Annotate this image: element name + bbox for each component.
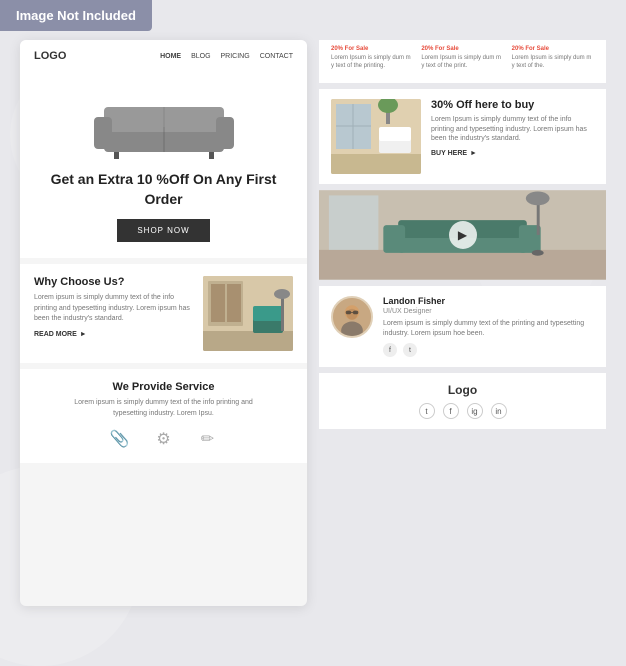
read-more-link[interactable]: READ MORE ►	[34, 331, 193, 338]
service-icons-row: 📎 ⚙ ✏	[34, 427, 293, 451]
nav-home[interactable]: HOME	[160, 53, 181, 60]
profile-role: UI/UX Designer	[383, 308, 594, 315]
right-panel: 20% For Sale Lorem Ipsum is simply dum m…	[319, 40, 606, 606]
footer-facebook-icon[interactable]: f	[443, 403, 459, 419]
facebook-icon[interactable]: f	[383, 343, 397, 357]
arrow-right-icon: ►	[470, 150, 477, 157]
footer-social-row: t f ig in	[331, 403, 594, 419]
footer-linkedin-icon[interactable]: in	[491, 403, 507, 419]
arrow-icon: ►	[80, 331, 87, 338]
top-label-2: 20% For Sale	[421, 46, 503, 52]
profile-avatar	[331, 296, 373, 338]
sofa-image	[84, 82, 244, 162]
top-label-1: 20% For Sale	[331, 46, 413, 52]
footer-twitter-icon[interactable]: t	[419, 403, 435, 419]
service-section: We Provide Service Lorem ipsum is simply…	[20, 369, 307, 463]
footer-logo: Logo	[331, 383, 594, 397]
right-footer-section: Logo t f ig in	[319, 373, 606, 429]
promo-body: Lorem Ipsum is simply dummy text of the …	[431, 115, 594, 144]
top-item-2: 20% For Sale Lorem Ipsum is simply dum m…	[421, 46, 503, 71]
left-panel: LOGO HOME BLOG PRICING CONTACT	[20, 40, 307, 606]
hero-headline: Get an Extra 10 %Off On Any First Order	[34, 170, 293, 209]
top-body-3: Lorem Ipsum is simply dum m y text of th…	[512, 54, 594, 71]
nav-contact[interactable]: CONTACT	[260, 53, 293, 60]
top-item-3: 20% For Sale Lorem Ipsum is simply dum m…	[512, 46, 594, 71]
left-nav: LOGO HOME BLOG PRICING CONTACT	[20, 40, 307, 72]
profile-body: Lorem ipsum is simply dummy text of the …	[383, 319, 594, 339]
why-image	[203, 276, 293, 351]
promo-image	[331, 99, 421, 174]
footer-instagram-icon[interactable]: ig	[467, 403, 483, 419]
panels-container: LOGO HOME BLOG PRICING CONTACT	[20, 40, 606, 606]
play-button[interactable]: ▶	[449, 221, 477, 249]
top-label-3: 20% For Sale	[512, 46, 594, 52]
nav-blog[interactable]: BLOG	[191, 53, 210, 60]
why-section: Why Choose Us? Lorem ipsum is simply dum…	[20, 264, 307, 363]
hero-section: Get an Extra 10 %Off On Any First Order …	[20, 72, 307, 258]
service-title: We Provide Service	[34, 381, 293, 393]
twitter-icon[interactable]: t	[403, 343, 417, 357]
shop-now-button[interactable]: SHOP NOW	[117, 219, 209, 242]
promo-title: 30% Off here to buy	[431, 99, 594, 111]
service-body: Lorem ipsum is simply dummy text of the …	[64, 398, 264, 419]
why-body: Lorem ipsum is simply dummy text of the …	[34, 293, 193, 325]
top-body-2: Lorem Ipsum is simply dum m y text of th…	[421, 54, 503, 71]
nav-pricing[interactable]: PRICING	[221, 53, 250, 60]
right-profile-section: Landon Fisher UI/UX Designer Lorem ipsum…	[319, 286, 606, 368]
clip-icon: 📎	[108, 427, 132, 451]
settings-icon: ⚙	[152, 427, 176, 451]
why-text: Why Choose Us? Lorem ipsum is simply dum…	[34, 276, 193, 338]
image-not-included-banner: Image Not Included	[0, 0, 152, 31]
why-title: Why Choose Us?	[34, 276, 193, 288]
top-body-1: Lorem Ipsum is simply dum m y text of th…	[331, 54, 413, 71]
profile-name: Landon Fisher	[383, 296, 594, 306]
buy-here-link[interactable]: BUY HERE ►	[431, 150, 594, 157]
right-top-row: 20% For Sale Lorem Ipsum is simply dum m…	[331, 46, 594, 71]
promo-text: 30% Off here to buy Lorem Ipsum is simpl…	[431, 99, 594, 157]
left-logo: LOGO	[34, 50, 66, 62]
pencil-icon: ✏	[196, 427, 220, 451]
right-promo-section: 30% Off here to buy Lorem Ipsum is simpl…	[319, 89, 606, 184]
top-item-1: 20% For Sale Lorem Ipsum is simply dum m…	[331, 46, 413, 71]
right-top-section: 20% For Sale Lorem Ipsum is simply dum m…	[319, 40, 606, 83]
profile-text: Landon Fisher UI/UX Designer Lorem ipsum…	[383, 296, 594, 358]
profile-social-row: f t	[383, 343, 594, 357]
right-video-section: ▶	[319, 190, 606, 280]
left-nav-links: HOME BLOG PRICING CONTACT	[160, 53, 293, 60]
